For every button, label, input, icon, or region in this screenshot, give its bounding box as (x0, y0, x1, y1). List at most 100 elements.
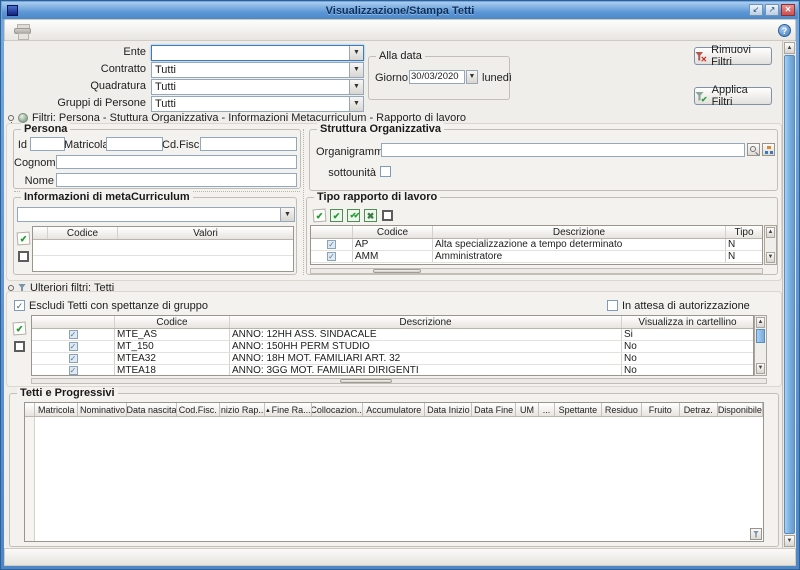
scroll-down-icon[interactable]: ▼ (766, 252, 775, 263)
print-icon[interactable] (14, 24, 31, 38)
column-header[interactable]: Accumulatore (363, 403, 425, 416)
scroll-thumb[interactable] (784, 55, 795, 534)
pin-icon[interactable] (8, 115, 14, 121)
empty-row[interactable] (33, 240, 293, 256)
column-header[interactable]: Data Fine (472, 403, 515, 416)
column-header[interactable]: Residuo (602, 403, 642, 416)
date-dropdown-icon[interactable]: ▼ (466, 70, 478, 84)
column-header[interactable]: Matricola (35, 403, 78, 416)
table-row[interactable]: ✓AMMAmministratoreN (311, 251, 762, 263)
table-row[interactable]: ✓APAlta specializzazione a tempo determi… (311, 239, 762, 251)
tipo-column[interactable]: Tipo (726, 226, 762, 238)
chevron-down-icon[interactable]: ▼ (280, 208, 294, 221)
cdfisc-field[interactable] (200, 137, 297, 151)
chevron-down-icon[interactable]: ▼ (349, 97, 363, 111)
maximize-button[interactable]: ↗ (765, 4, 779, 16)
hscroll-thumb[interactable] (373, 269, 421, 273)
column-header[interactable]: Collocazion... (312, 403, 363, 416)
table-filter-button[interactable] (750, 528, 762, 540)
tipo-rapporto-hscrollbar[interactable] (310, 268, 763, 274)
column-label: Accumulatore (366, 405, 421, 415)
nome-field[interactable] (56, 173, 297, 187)
tetti-hscrollbar[interactable] (31, 378, 767, 384)
scroll-up-icon[interactable]: ▲ (756, 317, 765, 328)
contratto-combo[interactable]: Tutti ▼ (151, 62, 364, 78)
column-header[interactable]: Spettante (555, 403, 602, 416)
select-all-button[interactable]: ✔ (13, 322, 27, 336)
checkbox-multi-check-icon[interactable]: ✔✔ (347, 209, 360, 222)
hscroll-thumb[interactable] (340, 379, 392, 383)
sottounita-checkbox[interactable] (380, 166, 391, 177)
scroll-thumb[interactable] (756, 329, 765, 343)
tetti-scrollbar[interactable]: ▲ ▼ (754, 315, 767, 376)
column-header[interactable]: Data nascita (127, 403, 176, 416)
select-all-button[interactable]: ✔ (17, 232, 31, 246)
id-field[interactable] (30, 137, 65, 151)
metacurriculum-combo[interactable]: ▼ (17, 207, 295, 222)
attesa-checkbox[interactable] (607, 300, 618, 311)
column-header[interactable]: ... (539, 403, 555, 416)
date-field[interactable]: 30/03/2020 (409, 70, 465, 84)
minimize-button[interactable]: ↙ (749, 4, 763, 16)
row-checkbox[interactable]: ✓ (327, 240, 336, 249)
chevron-down-icon[interactable]: ▼ (349, 46, 363, 60)
column-header[interactable]: Fruito (642, 403, 680, 416)
column-header[interactable]: Inizio Rap... (220, 403, 265, 416)
scroll-down-icon[interactable]: ▼ (756, 363, 765, 374)
chevron-down-icon[interactable]: ▼ (349, 80, 363, 94)
table-row[interactable]: ✓MTEA32ANNO: 18H MOT. FAMILIARI ART. 32N… (32, 353, 753, 365)
row-checkbox[interactable]: ✓ (69, 330, 78, 339)
column-header[interactable]: Disponibile (718, 403, 763, 416)
codice-cell: MT_150 (115, 341, 230, 352)
close-button[interactable]: ✕ (781, 4, 795, 16)
checkbox-empty-icon[interactable] (382, 210, 393, 221)
escludi-checkbox[interactable]: ✓ (14, 300, 25, 311)
table-row[interactable]: ✓MTE_ASANNO: 12HH ASS. SINDACALESi (32, 329, 753, 341)
search-button[interactable] (747, 143, 760, 156)
empty-row[interactable] (33, 256, 293, 272)
gruppi-combo[interactable]: Tutti ▼ (151, 96, 364, 112)
table-row[interactable]: ✓MTEA18ANNO: 3GG MOT. FAMILIARI DIRIGENT… (32, 365, 753, 376)
matricola-field[interactable] (106, 137, 163, 151)
deselect-all-button[interactable] (18, 251, 29, 262)
check-green-icon[interactable]: ✔ (313, 209, 327, 223)
applica-filtri-button[interactable]: ✔ Applica Filtri (694, 87, 772, 105)
column-header[interactable]: Nominativo (78, 403, 127, 416)
codice-column[interactable]: Codice (48, 227, 118, 239)
codice-column[interactable]: Codice (353, 226, 433, 238)
row-checkbox[interactable]: ✓ (69, 354, 78, 363)
checkbox-x-icon[interactable]: ✖ (364, 209, 377, 222)
row-checkbox[interactable]: ✓ (327, 252, 336, 261)
ente-combo[interactable]: ▼ (151, 45, 364, 61)
deselect-all-button[interactable] (14, 341, 25, 352)
valori-column[interactable]: Valori (118, 227, 293, 239)
checkbox-checked-icon[interactable]: ✔ (330, 209, 343, 222)
column-header[interactable]: Detraz. (680, 403, 718, 416)
persona-title: Persona (21, 123, 70, 135)
org-tree-button[interactable] (762, 143, 775, 156)
globe-icon[interactable] (18, 113, 28, 123)
row-checkbox[interactable]: ✓ (69, 366, 78, 375)
codice-column[interactable]: Codice (115, 316, 230, 328)
rimuovi-filtri-button[interactable]: ✕ Rimuovi Filtri (694, 47, 772, 65)
column-header[interactable]: Cod.Fisc. (177, 403, 220, 416)
table-row[interactable]: ✓MT_150ANNO: 150HH PERM STUDIONo (32, 341, 753, 353)
row-checkbox[interactable]: ✓ (69, 342, 78, 351)
organigramma-field[interactable] (381, 143, 745, 157)
help-button[interactable]: ? (778, 24, 791, 37)
scroll-up-icon[interactable]: ▲ (784, 42, 795, 54)
chevron-down-icon[interactable]: ▼ (349, 63, 363, 77)
main-scrollbar[interactable]: ▲ ▼ (782, 41, 796, 548)
descrizione-column[interactable]: Descrizione (230, 316, 622, 328)
ente-label: Ente (4, 45, 146, 60)
column-header[interactable]: Data Inizio (425, 403, 472, 416)
column-header[interactable]: UM (516, 403, 539, 416)
column-header[interactable]: ▴Fine Ra... (265, 403, 312, 416)
scroll-up-icon[interactable]: ▲ (766, 227, 775, 238)
tipo-rapporto-scrollbar[interactable]: ▲ ▼ (764, 225, 777, 265)
visualizza-column[interactable]: Visualizza in cartellino (622, 316, 753, 328)
cognome-field[interactable] (56, 155, 297, 169)
quadratura-combo[interactable]: Tutti ▼ (151, 79, 364, 95)
descrizione-column[interactable]: Descrizione (433, 226, 726, 238)
scroll-down-icon[interactable]: ▼ (784, 535, 795, 547)
